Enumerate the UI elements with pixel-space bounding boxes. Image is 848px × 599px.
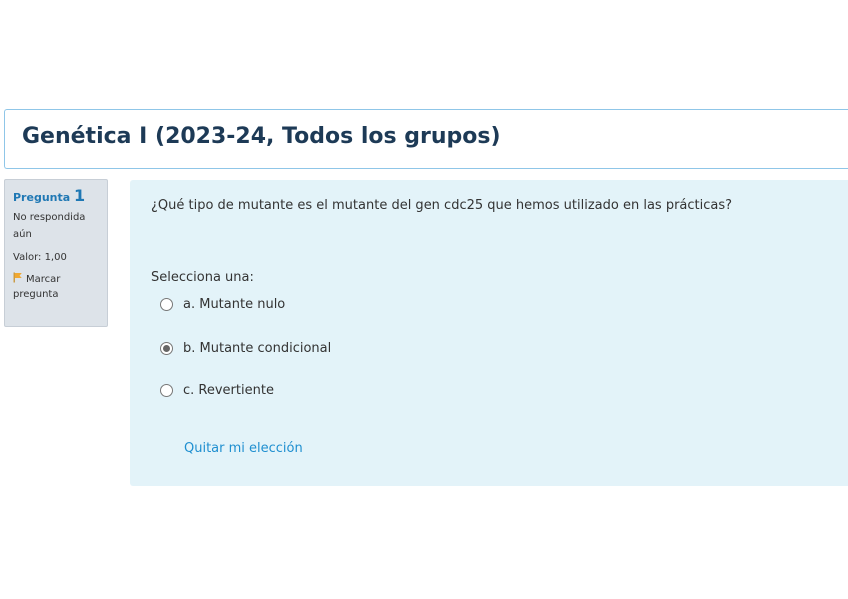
question-state: No respondida aún bbox=[13, 212, 86, 240]
question-text: ¿Qué tipo de mutante es el mutante del g… bbox=[151, 198, 733, 213]
flag-icon bbox=[13, 272, 22, 283]
answer-option-label: a. Mutante nulo bbox=[183, 296, 286, 312]
radio-button-selected[interactable] bbox=[160, 341, 173, 355]
answer-prompt: Selecciona una: bbox=[151, 270, 254, 285]
clear-choice-link[interactable]: Quitar mi elección bbox=[184, 441, 303, 456]
answer-option-label: b. Mutante condicional bbox=[183, 340, 332, 356]
question-grade: Valor: 1,00 bbox=[13, 252, 67, 263]
question-content: ¿Qué tipo de mutante es el mutante del g… bbox=[130, 180, 848, 486]
course-title: Genética I (2023-24, Todos los grupos) bbox=[22, 124, 501, 149]
answer-option-label: c. Revertiente bbox=[183, 382, 274, 398]
question-info-panel: Pregunta 1 No respondida aún Valor: 1,00… bbox=[4, 179, 108, 327]
course-header: Genética I (2023-24, Todos los grupos) bbox=[4, 109, 848, 169]
answer-option-a[interactable]: a. Mutante nulo bbox=[160, 295, 285, 313]
radio-button[interactable] bbox=[160, 383, 173, 397]
question-number: 1 bbox=[74, 186, 86, 205]
answer-option-c[interactable]: c. Revertiente bbox=[160, 381, 274, 399]
question-number-line: Pregunta 1 bbox=[13, 186, 107, 205]
radio-button[interactable] bbox=[160, 297, 173, 311]
flag-question-link[interactable]: Marcar pregunta bbox=[13, 272, 107, 302]
answer-option-b[interactable]: b. Mutante condicional bbox=[160, 339, 331, 357]
question-label: Pregunta bbox=[13, 191, 71, 204]
